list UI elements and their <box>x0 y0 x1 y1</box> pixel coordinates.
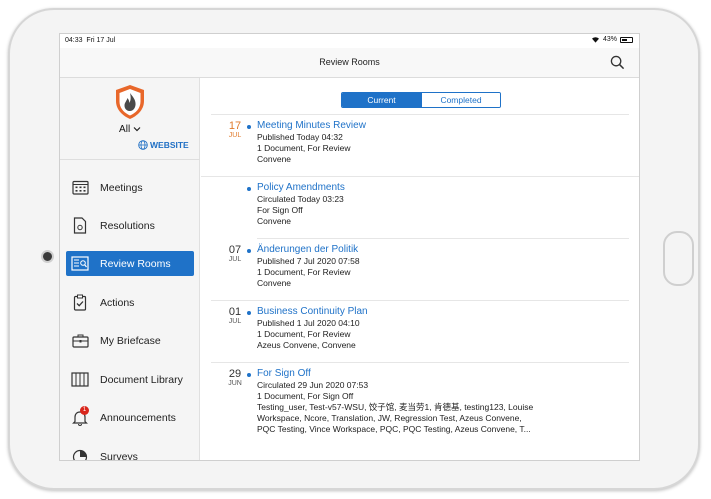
briefcase-icon <box>71 332 89 350</box>
date-month: JUL <box>228 132 242 139</box>
globe-icon <box>138 140 148 150</box>
item-workspace: Convene <box>257 154 292 164</box>
review-room-item[interactable]: 29 JUN For Sign Off Circulated 29 Jun 20… <box>211 363 629 453</box>
item-status: Circulated 29 Jun 2020 07:53 <box>257 380 369 390</box>
sidebar-item-actions[interactable]: Actions <box>66 290 194 315</box>
item-documents: 1 Document, For Sign Off <box>257 391 354 401</box>
clipboard-check-icon <box>71 294 89 312</box>
sidebar-item-label: Surveys <box>100 450 138 461</box>
bell-icon: 1 <box>71 405 89 427</box>
chevron-down-icon <box>133 127 141 132</box>
unread-dot <box>247 125 251 129</box>
sidebar-item-label: Resolutions <box>100 219 155 232</box>
workspace-filter[interactable]: All <box>60 124 200 135</box>
review-room-icon <box>71 255 89 273</box>
date-day: 17 <box>228 120 242 132</box>
item-date: 29 JUN <box>222 368 248 387</box>
item-date: 07 JUL <box>222 244 248 263</box>
home-button[interactable] <box>663 231 694 286</box>
status-bar: 04:33 Fri 17 Jul 43% <box>60 34 639 48</box>
item-details: Policy Amendments Circulated Today 03:23… <box>257 181 635 227</box>
unread-dot <box>247 373 251 377</box>
item-workspace: Azeus Convene, Convene <box>257 340 356 350</box>
date-month: JUL <box>228 318 242 325</box>
divider <box>60 159 200 160</box>
document-icon <box>71 217 89 235</box>
sidebar-item-document-library[interactable]: Document Library <box>66 367 194 392</box>
website-link[interactable]: WEBSITE <box>138 140 189 150</box>
date-month: JUN <box>228 380 242 387</box>
battery-icon <box>620 36 633 43</box>
tab-completed[interactable]: Completed <box>421 93 500 107</box>
sidebar-item-label: Review Rooms <box>100 257 171 270</box>
review-room-item[interactable]: 01 JUL Business Continuity Plan Publishe… <box>211 301 629 363</box>
sidebar-item-surveys[interactable]: Surveys <box>66 444 194 461</box>
sidebar-item-label: Meetings <box>100 181 143 194</box>
main-content: Current Completed 17 JUL Meeting Minutes… <box>201 78 639 460</box>
item-details: Meeting Minutes Review Published Today 0… <box>257 119 635 165</box>
review-room-item[interactable]: 17 JUL Meeting Minutes Review Published … <box>201 115 639 177</box>
library-icon <box>71 371 89 389</box>
item-details: Business Continuity Plan Published 1 Jul… <box>257 305 635 351</box>
status-date: Fri 17 Jul <box>86 37 116 44</box>
sidebar-item-meetings[interactable]: Meetings <box>66 175 194 200</box>
item-workspace: Workspace, Ncore, Translation, JW, Regre… <box>257 413 522 423</box>
item-title: For Sign Off <box>257 368 311 379</box>
item-workspace: Testing_user, Test-v57-WSU, 饺子馆, 麦当劳1, 肯… <box>257 402 534 412</box>
sidebar-item-review-rooms[interactable]: Review Rooms <box>66 251 194 276</box>
item-documents: 1 Document, For Review <box>257 143 351 153</box>
item-title: Policy Amendments <box>257 182 345 193</box>
status-time: 04:33 <box>65 37 83 44</box>
item-status: Published Today 04:32 <box>257 132 343 142</box>
review-room-item[interactable]: Policy Amendments Circulated Today 03:23… <box>247 177 629 239</box>
tab-current[interactable]: Current <box>342 93 421 107</box>
date-day: 01 <box>228 306 242 318</box>
search-icon[interactable] <box>610 55 625 70</box>
item-workspace: Convene <box>257 278 292 288</box>
sidebar-item-label: Announcements <box>100 411 176 424</box>
unread-dot <box>247 187 251 191</box>
item-date: 17 JUL <box>222 120 248 139</box>
date-day: 07 <box>228 244 242 256</box>
item-status: Published 7 Jul 2020 07:58 <box>257 256 360 266</box>
website-link-label: WEBSITE <box>150 140 189 150</box>
notification-badge: 1 <box>80 405 89 415</box>
sidebar-item-my-briefcase[interactable]: My Briefcase <box>66 328 194 353</box>
item-title: Business Continuity Plan <box>257 306 368 317</box>
item-documents: For Sign Off <box>257 205 303 215</box>
camera <box>41 250 54 263</box>
sidebar-item-resolutions[interactable]: Resolutions <box>66 213 194 238</box>
item-title: Änderungen der Politik <box>257 244 359 255</box>
page-title: Review Rooms <box>319 57 380 67</box>
wifi-icon <box>591 37 599 43</box>
item-status: Published 1 Jul 2020 04:10 <box>257 318 360 328</box>
item-title: Meeting Minutes Review <box>257 120 366 131</box>
screen: 04:33 Fri 17 Jul 43% Review Rooms All WE… <box>59 33 640 461</box>
item-details: Änderungen der Politik Published 7 Jul 2… <box>257 243 635 289</box>
item-workspace: Convene <box>257 216 292 226</box>
sidebar-item-label: Actions <box>100 296 135 309</box>
item-documents: 1 Document, For Review <box>257 267 351 277</box>
item-date: 01 JUL <box>222 306 248 325</box>
review-room-item[interactable]: 07 JUL Änderungen der Politik Published … <box>211 239 629 301</box>
workspace-filter-label: All <box>119 124 131 135</box>
pie-icon <box>71 448 89 460</box>
unread-dot <box>247 311 251 315</box>
sidebar: All WEBSITE Meetings Resolutions Review … <box>60 78 200 461</box>
date-month: JUL <box>228 256 242 263</box>
status-segmented-control: Current Completed <box>341 92 501 108</box>
app-logo-icon <box>116 85 144 119</box>
sidebar-item-label: My Briefcase <box>100 334 161 347</box>
date-day: 29 <box>228 368 242 380</box>
item-details: For Sign Off Circulated 29 Jun 2020 07:5… <box>257 367 627 435</box>
item-documents: 1 Document, For Review <box>257 329 351 339</box>
item-status: Circulated Today 03:23 <box>257 194 344 204</box>
navigation-bar: Review Rooms <box>60 48 639 78</box>
calendar-icon <box>71 179 89 197</box>
unread-dot <box>247 249 251 253</box>
sidebar-item-label: Document Library <box>100 373 183 386</box>
sidebar-item-announcements[interactable]: 1 Announcements <box>66 405 194 430</box>
item-workspace: PQC Testing, Vince Workspace, PQC, PQC T… <box>257 424 531 434</box>
battery-percent: 43% <box>602 36 617 43</box>
